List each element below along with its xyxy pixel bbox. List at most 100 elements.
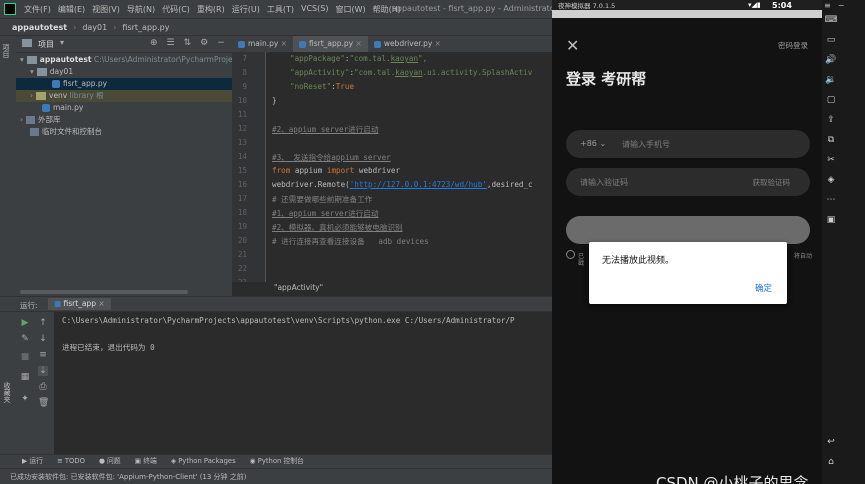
chevron-right-icon[interactable]: ›	[20, 115, 23, 124]
stop-icon[interactable]: ■	[20, 352, 30, 362]
scissors-icon[interactable]: ✂	[824, 154, 838, 166]
trash-icon[interactable]: 🗑	[38, 398, 49, 408]
toolwindow-run[interactable]: ▶ 运行	[22, 455, 43, 468]
chevron-down-icon[interactable]: ▾	[20, 55, 24, 64]
location-icon[interactable]: ◈	[824, 174, 838, 186]
keyboard-icon[interactable]: ⌨	[824, 14, 838, 26]
chevron-right-icon[interactable]: ›	[30, 91, 33, 100]
close-icon[interactable]: ×	[281, 39, 287, 48]
screen-icon[interactable]: ▭	[824, 34, 838, 46]
menu-navigate[interactable]: 导航(N)	[127, 4, 155, 15]
scroll-to-end-icon[interactable]: ⇣	[38, 366, 48, 376]
status-message[interactable]: 已成功安装软件包: 已安装软件包: 'Appium-Python-Client'…	[10, 472, 247, 482]
minimize-icon[interactable]: −	[838, 1, 845, 10]
gear-icon[interactable]: ⚙	[200, 38, 208, 48]
code-breadcrumb-item[interactable]: "appActivity"	[274, 283, 323, 292]
toolwindow-todo[interactable]: ≡ TODO	[57, 455, 85, 468]
breadcrumb-file[interactable]: fisrt_app.py	[122, 23, 169, 32]
project-view-selector[interactable]: 项目	[38, 39, 54, 50]
pin-icon[interactable]: ✦	[20, 394, 30, 404]
line-number: 8	[242, 68, 247, 77]
code-line-7: "appPackage":"com.tal.kaoyan",	[290, 54, 428, 63]
locate-icon[interactable]: ⊕	[150, 38, 158, 48]
tree-item-scratches[interactable]: 临时文件和控制台	[16, 126, 232, 138]
menu-view[interactable]: 视图(V)	[92, 4, 120, 15]
project-folder-icon	[22, 39, 32, 47]
layout-icon[interactable]: ▦	[20, 372, 30, 382]
multi-window-icon[interactable]: ▣	[824, 214, 838, 226]
arrow-up-icon[interactable]: ↑	[38, 318, 48, 328]
chevron-down-icon[interactable]: ▾	[30, 67, 34, 76]
tree-item-venv[interactable]: › venv library 根	[16, 90, 232, 102]
tab-webdriver-py[interactable]: webdriver.py ×	[368, 36, 447, 52]
volume-down-icon[interactable]: 🔉	[824, 74, 838, 86]
breadcrumb-project[interactable]: appautotest	[12, 23, 67, 32]
home-icon[interactable]: ⌂	[824, 456, 838, 468]
arrow-down-icon[interactable]: ↓	[38, 334, 48, 344]
rerun-icon[interactable]: ▶	[20, 318, 30, 328]
python-file-icon	[238, 40, 245, 48]
wrench-icon[interactable]: ✎	[20, 334, 30, 344]
apk-install-icon[interactable]: ⇪	[824, 114, 838, 126]
menu-tools[interactable]: 工具(T)	[267, 4, 294, 15]
tab-label: fisrt_app.py	[309, 39, 354, 48]
horizontal-scrollbar[interactable]	[20, 290, 188, 294]
line-number: 22	[237, 264, 247, 273]
toolwindow-python-packages[interactable]: ◈ Python Packages	[171, 455, 236, 468]
menu-code[interactable]: 代码(C)	[162, 4, 190, 15]
breadcrumb-folder[interactable]: day01	[82, 23, 107, 32]
chevron-down-icon[interactable]: ▾	[60, 38, 64, 47]
tree-item-appautotest[interactable]: ▾ appautotest C:\Users\Administrator\Pych…	[16, 54, 237, 66]
password-login-link[interactable]: 密码登录	[778, 40, 808, 51]
code-editor[interactable]: "appPackage":"com.tal.kaoyan", "appActiv…	[270, 52, 552, 288]
toolwindow-python-console[interactable]: ◉ Python 控制台	[250, 455, 304, 468]
more-icon[interactable]: ⋯	[824, 194, 838, 206]
agreement-checkbox[interactable]	[566, 250, 575, 259]
project-strip-button[interactable]: 项目	[1, 44, 11, 58]
message-icon[interactable]: ▢	[824, 94, 838, 106]
ok-button[interactable]: 确定	[755, 282, 772, 294]
run-console[interactable]: C:\Users\Administrator\PycharmProjects\a…	[54, 312, 552, 454]
back-icon[interactable]: ↩	[824, 436, 838, 448]
close-icon[interactable]: ✕	[566, 36, 579, 55]
menu-edit[interactable]: 编辑(E)	[58, 4, 85, 15]
phone-input[interactable]: +86 ⌄ 请输入手机号	[566, 130, 810, 158]
get-code-button[interactable]: 获取验证码	[753, 177, 791, 188]
pycharm-window: 文件(F) 编辑(E) 视图(V) 导航(N) 代码(C) 重构(R) 运行(U…	[0, 0, 552, 484]
toolwindow-terminal[interactable]: ▣ 终端	[135, 455, 157, 468]
toolwindow-problems[interactable]: ● 问题	[99, 455, 121, 468]
tree-item-fisrt-app[interactable]: fisrt_app.py	[16, 78, 232, 90]
tree-item-main[interactable]: main.py	[16, 102, 232, 114]
close-icon[interactable]: ×	[356, 39, 362, 48]
close-icon[interactable]: ×	[435, 39, 441, 48]
volume-up-icon[interactable]: 🔊	[824, 54, 838, 66]
verification-code-input[interactable]: 请输入验证码 获取验证码	[566, 168, 810, 196]
breadcrumb: appautotest › day01 › fisrt_app.py	[12, 23, 169, 32]
close-icon[interactable]: ×	[98, 299, 104, 308]
tab-main-py[interactable]: main.py ×	[232, 36, 293, 52]
menu-icon[interactable]: ≡	[824, 1, 831, 10]
menu-refactor[interactable]: 重构(R)	[197, 4, 225, 15]
soft-wrap-icon[interactable]: ≡	[38, 350, 48, 360]
country-code-selector[interactable]: +86 ⌄	[580, 139, 606, 148]
signal-icon: ▾◢▮	[748, 1, 761, 9]
menu-list: 文件(F) 编辑(E) 视图(V) 导航(N) 代码(C) 重构(R) 运行(U…	[24, 4, 401, 15]
print-icon[interactable]: ⎙	[38, 382, 48, 392]
window-controls: ≡ −	[824, 1, 844, 10]
code-line-16: webdriver.Remote('http://127.0.0.1:4723/…	[272, 180, 533, 189]
agreement-text-right: 将自动	[794, 253, 813, 260]
menu-window[interactable]: 窗口(W)	[335, 4, 365, 15]
hide-icon[interactable]: −	[217, 38, 225, 48]
menu-file[interactable]: 文件(F)	[24, 4, 51, 15]
tree-item-external-libraries[interactable]: › 外部库	[16, 114, 232, 126]
expand-all-icon[interactable]: ☰	[167, 38, 175, 48]
run-tab-fisrt-app[interactable]: ■ fisrt_app ×	[48, 298, 111, 310]
tree-item-day01[interactable]: ▾ day01	[16, 66, 232, 78]
shake-icon[interactable]: ⧉	[824, 134, 838, 146]
favorites-strip-button[interactable]: 收藏夹	[2, 382, 12, 403]
tree-item-tag: library 根	[69, 91, 104, 100]
menu-vcs[interactable]: VCS(S)	[301, 4, 328, 15]
menu-run[interactable]: 运行(U)	[232, 4, 260, 15]
login-button[interactable]	[566, 216, 810, 244]
collapse-all-icon[interactable]: ⇅	[184, 38, 192, 48]
